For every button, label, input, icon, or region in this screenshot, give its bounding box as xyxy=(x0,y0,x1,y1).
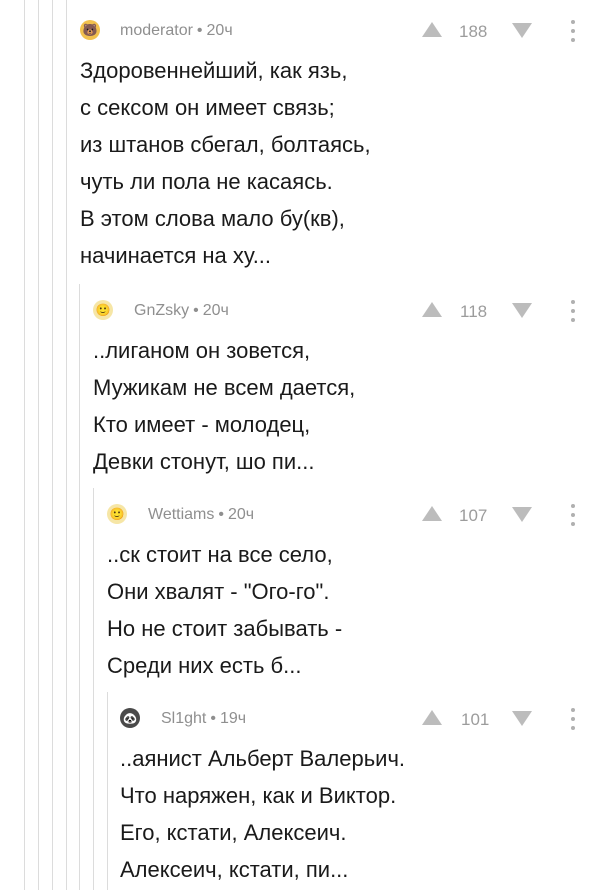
more-options-icon[interactable] xyxy=(569,708,577,730)
more-options-icon[interactable] xyxy=(569,504,577,526)
panda-icon[interactable]: 🐼 xyxy=(120,708,140,728)
comment-line: Девки стонут, шо пи... xyxy=(93,449,315,474)
username[interactable]: Sl1ght xyxy=(161,710,206,727)
comment-header: 🙂 GnZsky • 20ч 118 xyxy=(0,290,600,322)
downvote-icon[interactable] xyxy=(512,507,532,522)
username[interactable]: GnZsky xyxy=(134,302,189,319)
separator: • xyxy=(210,710,216,727)
comment: 🙂 Wettiams • 20ч 107 ..ск стоит на все сел… xyxy=(0,494,600,690)
comment-line: Они хвалят - "Ого-го". xyxy=(107,579,330,604)
comment-body: ..аянист Альберт Валерьич. Что наряжен, … xyxy=(120,740,600,888)
comment-header: 🙂 Wettiams • 20ч 107 xyxy=(0,494,600,526)
more-options-icon[interactable] xyxy=(569,300,577,322)
default-avatar-icon[interactable]: 🙂 xyxy=(107,504,127,524)
comment-line: чуть ли пола не касаясь. xyxy=(80,169,333,194)
rating: 188 xyxy=(459,22,488,41)
comment-meta: moderator • 20ч xyxy=(120,22,233,40)
comment-line: ..ск стоит на все село, xyxy=(107,542,333,567)
comment-line: Но не стоит забывать - xyxy=(107,616,343,641)
rating: 107 xyxy=(459,506,488,525)
downvote-icon[interactable] xyxy=(512,711,532,726)
rating: 101 xyxy=(461,710,490,729)
separator: • xyxy=(196,22,203,39)
upvote-icon[interactable] xyxy=(422,710,442,725)
comment-line: с сексом он имеет связь; xyxy=(80,95,335,120)
comment-line: ..аянист Альберт Валерьич. xyxy=(120,746,406,771)
bear-face-icon[interactable]: 🐻 xyxy=(80,20,100,40)
comment: 🐼 Sl1ght • 19ч 101 ..аянист Альберт Валерь… xyxy=(0,698,600,890)
username[interactable]: moderator xyxy=(120,22,193,39)
comment-line: Здоровеннейший, как язь, xyxy=(80,58,348,83)
timestamp[interactable]: 19ч xyxy=(220,710,246,727)
username[interactable]: Wettiams xyxy=(148,506,214,523)
comment-meta: Wettiams • 20ч xyxy=(148,506,254,524)
comment-line: Алексеич, кстати, пи... xyxy=(120,857,349,882)
comment-line: Кто имеет - молодец, xyxy=(93,412,311,437)
upvote-icon[interactable] xyxy=(422,506,442,521)
comment: 🐻 moderator • 20ч 188 Здоровеннейший, как … xyxy=(0,10,600,280)
downvote-icon[interactable] xyxy=(512,23,532,38)
comment-line: Мужикам не всем дается, xyxy=(93,375,356,400)
comment-line: В этом слова мало бу(кв), xyxy=(80,206,345,231)
comment-header: 🐼 Sl1ght • 19ч 101 xyxy=(0,698,600,730)
timestamp[interactable]: 20ч xyxy=(203,302,229,319)
comment-body: ..лиганом он зовется, Мужикам не всем да… xyxy=(93,332,600,480)
downvote-icon[interactable] xyxy=(512,303,532,318)
comment-line: Его, кстати, Алексеич. xyxy=(120,820,347,845)
rating: 118 xyxy=(460,302,488,321)
comment-line: из штанов сбегал, болтаясь, xyxy=(80,132,371,157)
timestamp[interactable]: 20ч xyxy=(228,506,254,523)
comment-body: ..ск стоит на все село, Они хвалят - "Ог… xyxy=(107,536,600,684)
comment-meta: Sl1ght • 19ч xyxy=(161,710,246,728)
comment-body: Здоровеннейший, как язь, с сексом он име… xyxy=(80,52,600,274)
comment: 🙂 GnZsky • 20ч 118 ..лиганом он зовется, М… xyxy=(0,290,600,486)
default-avatar-icon[interactable]: 🙂 xyxy=(93,300,113,320)
comment-line: начинается на ху... xyxy=(80,243,272,268)
comment-header: 🐻 moderator • 20ч 188 xyxy=(0,10,600,42)
comment-line: Среди них есть б... xyxy=(107,653,302,678)
timestamp[interactable]: 20ч xyxy=(207,22,233,39)
separator: • xyxy=(193,302,199,319)
comment-line: ..лиганом он зовется, xyxy=(93,338,311,363)
upvote-icon[interactable] xyxy=(422,302,442,317)
more-options-icon[interactable] xyxy=(569,20,577,42)
upvote-icon[interactable] xyxy=(422,22,442,37)
separator: • xyxy=(218,506,224,523)
comment-meta: GnZsky • 20ч xyxy=(134,302,229,320)
comment-line: Что наряжен, как и Виктор. xyxy=(120,783,397,808)
